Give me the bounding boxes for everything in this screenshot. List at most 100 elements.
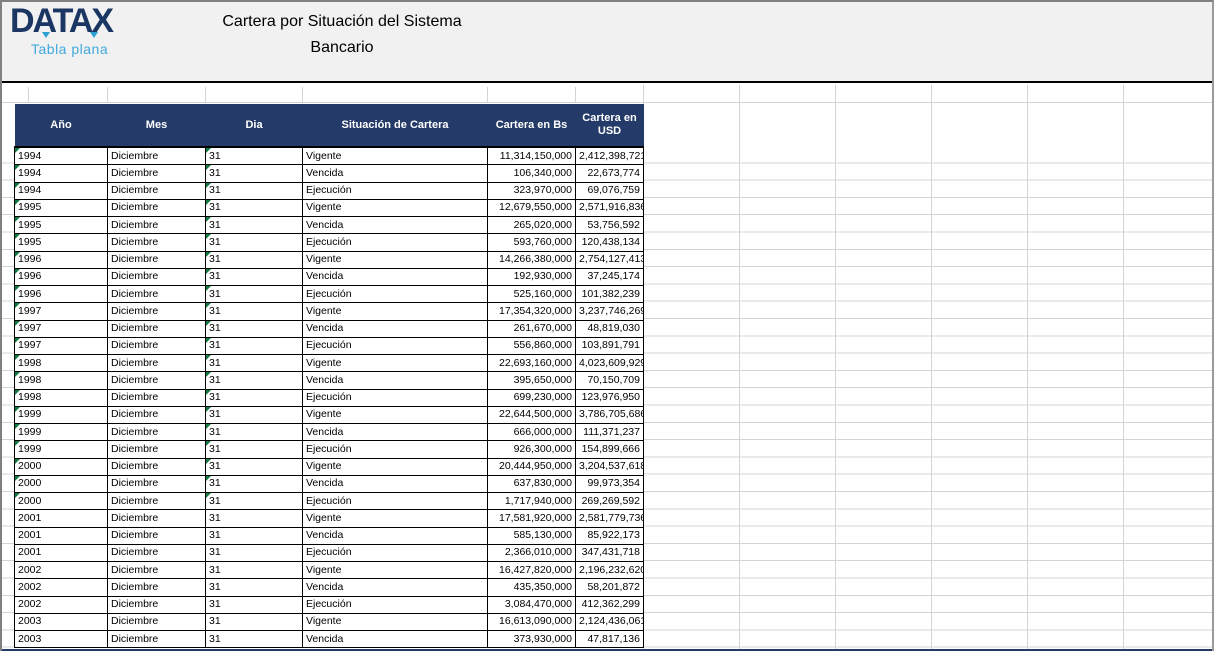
cell-day[interactable]: 31 (205, 146, 303, 166)
cell-day[interactable]: 31 (205, 474, 303, 494)
cell-cartera-bs[interactable]: 12,679,550,000 (487, 198, 576, 218)
cell-cartera-bs[interactable]: 3,084,470,000 (487, 595, 576, 614)
cell-cartera-usd[interactable]: 70,150,709 (575, 371, 644, 390)
cell-month[interactable]: Diciembre (107, 388, 206, 407)
cell-month[interactable]: Diciembre (107, 215, 206, 235)
cell-situation[interactable]: Ejecución (302, 233, 488, 252)
cell-situation[interactable]: Vencida (302, 215, 488, 235)
cell-month[interactable]: Diciembre (107, 629, 206, 649)
cell-year[interactable]: 1999 (14, 440, 108, 459)
cell-cartera-bs[interactable]: 261,670,000 (487, 319, 576, 338)
cell-cartera-usd[interactable]: 3,786,705,686 (575, 405, 644, 425)
cell-situation[interactable]: Vigente (302, 250, 488, 269)
cell-cartera-bs[interactable]: 11,314,150,000 (487, 146, 576, 166)
cell-month[interactable]: Diciembre (107, 526, 206, 545)
cell-day[interactable]: 31 (205, 336, 303, 356)
cell-day[interactable]: 31 (205, 422, 303, 442)
cell-cartera-usd[interactable]: 47,817,136 (575, 629, 644, 649)
cell-month[interactable]: Diciembre (107, 302, 206, 321)
cell-year[interactable]: 1995 (14, 215, 108, 235)
cell-year[interactable]: 2002 (14, 578, 108, 597)
cell-cartera-usd[interactable]: 123,976,950 (575, 388, 644, 407)
cell-day[interactable]: 31 (205, 629, 303, 649)
cell-month[interactable]: Diciembre (107, 440, 206, 459)
cell-cartera-bs[interactable]: 395,650,000 (487, 371, 576, 390)
cell-cartera-usd[interactable]: 412,362,299 (575, 595, 644, 614)
cell-year[interactable]: 2001 (14, 526, 108, 545)
cell-cartera-bs[interactable]: 373,930,000 (487, 629, 576, 649)
cell-year[interactable]: 1996 (14, 250, 108, 269)
cell-year[interactable]: 2003 (14, 612, 108, 632)
cell-month[interactable]: Diciembre (107, 491, 206, 511)
cell-cartera-bs[interactable]: 435,350,000 (487, 578, 576, 597)
cell-month[interactable]: Diciembre (107, 198, 206, 218)
cell-cartera-bs[interactable]: 699,230,000 (487, 388, 576, 407)
cell-year[interactable]: 1994 (14, 146, 108, 166)
cell-cartera-bs[interactable]: 22,693,160,000 (487, 353, 576, 373)
cell-year[interactable]: 2000 (14, 491, 108, 511)
cell-year[interactable]: 1995 (14, 233, 108, 252)
cell-year[interactable]: 2001 (14, 543, 108, 563)
cell-cartera-bs[interactable]: 2,366,010,000 (487, 543, 576, 563)
cell-cartera-usd[interactable]: 37,245,174 (575, 267, 644, 287)
cell-cartera-bs[interactable]: 192,930,000 (487, 267, 576, 287)
cell-situation[interactable]: Vencida (302, 371, 488, 390)
cell-cartera-usd[interactable]: 101,382,239 (575, 284, 644, 304)
cell-month[interactable]: Diciembre (107, 336, 206, 356)
cell-day[interactable]: 31 (205, 457, 303, 476)
cell-month[interactable]: Diciembre (107, 474, 206, 494)
cell-situation[interactable]: Ejecución (302, 181, 488, 200)
cell-month[interactable]: Diciembre (107, 233, 206, 252)
cell-year[interactable]: 1997 (14, 336, 108, 356)
cell-month[interactable]: Diciembre (107, 560, 206, 580)
cell-day[interactable]: 31 (205, 250, 303, 269)
cell-situation[interactable]: Vencida (302, 474, 488, 494)
cell-cartera-usd[interactable]: 2,754,127,413 (575, 250, 644, 269)
cell-year[interactable]: 1994 (14, 164, 108, 183)
cell-cartera-usd[interactable]: 3,204,537,618 (575, 457, 644, 476)
cell-cartera-usd[interactable]: 48,819,030 (575, 319, 644, 338)
cell-month[interactable]: Diciembre (107, 405, 206, 425)
cell-year[interactable]: 2000 (14, 474, 108, 494)
cell-cartera-bs[interactable]: 637,830,000 (487, 474, 576, 494)
cell-day[interactable]: 31 (205, 509, 303, 528)
cell-day[interactable]: 31 (205, 233, 303, 252)
column-header-cartera-usd[interactable]: Cartera en USD (575, 104, 644, 147)
cell-situation[interactable]: Vigente (302, 146, 488, 166)
cell-day[interactable]: 31 (205, 578, 303, 597)
cell-situation[interactable]: Ejecución (302, 336, 488, 356)
cell-situation[interactable]: Vigente (302, 612, 488, 632)
cell-year[interactable]: 1998 (14, 388, 108, 407)
cell-month[interactable]: Diciembre (107, 543, 206, 563)
cell-year[interactable]: 2003 (14, 629, 108, 649)
cell-year[interactable]: 1995 (14, 198, 108, 218)
cell-day[interactable]: 31 (205, 491, 303, 511)
cell-month[interactable]: Diciembre (107, 284, 206, 304)
cell-situation[interactable]: Ejecución (302, 440, 488, 459)
cell-day[interactable]: 31 (205, 198, 303, 218)
cell-month[interactable]: Diciembre (107, 164, 206, 183)
cell-day[interactable]: 31 (205, 215, 303, 235)
cell-cartera-usd[interactable]: 120,438,134 (575, 233, 644, 252)
cell-day[interactable]: 31 (205, 388, 303, 407)
cell-day[interactable]: 31 (205, 302, 303, 321)
cell-day[interactable]: 31 (205, 595, 303, 614)
cell-cartera-usd[interactable]: 4,023,609,929 (575, 353, 644, 373)
cell-month[interactable]: Diciembre (107, 457, 206, 476)
cell-cartera-bs[interactable]: 106,340,000 (487, 164, 576, 183)
cell-month[interactable]: Diciembre (107, 371, 206, 390)
cell-day[interactable]: 31 (205, 267, 303, 287)
column-header-situacion[interactable]: Situación de Cartera (302, 104, 488, 147)
cell-day[interactable]: 31 (205, 284, 303, 304)
cell-situation[interactable]: Vigente (302, 405, 488, 425)
cell-situation[interactable]: Vencida (302, 267, 488, 287)
cell-year[interactable]: 1994 (14, 181, 108, 200)
cell-situation[interactable]: Vigente (302, 509, 488, 528)
cell-cartera-bs[interactable]: 16,613,090,000 (487, 612, 576, 632)
cell-cartera-usd[interactable]: 2,571,916,836 (575, 198, 644, 218)
cell-cartera-bs[interactable]: 926,300,000 (487, 440, 576, 459)
cell-day[interactable]: 31 (205, 526, 303, 545)
cell-cartera-bs[interactable]: 556,860,000 (487, 336, 576, 356)
cell-day[interactable]: 31 (205, 560, 303, 580)
cell-situation[interactable]: Ejecución (302, 388, 488, 407)
